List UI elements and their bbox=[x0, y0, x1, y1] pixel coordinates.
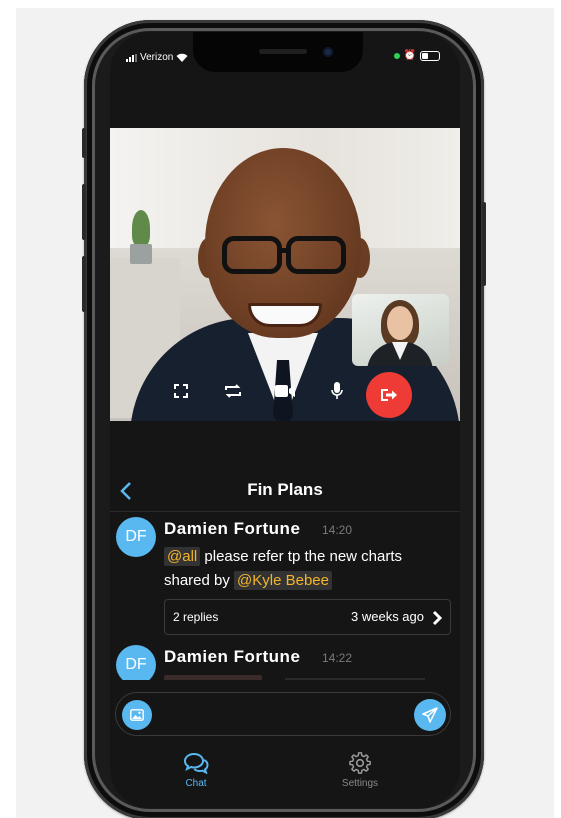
wifi-icon bbox=[176, 53, 188, 62]
chat-bubbles-icon bbox=[183, 752, 209, 774]
camera-in-use-indicator bbox=[393, 53, 400, 59]
plant bbox=[132, 210, 150, 246]
leave-call-button[interactable] bbox=[366, 372, 412, 418]
message-list[interactable]: DF Damien Fortune 14:20 @all please refe… bbox=[110, 513, 460, 680]
message-input[interactable] bbox=[160, 703, 404, 725]
power-button bbox=[482, 202, 486, 286]
switch-camera-icon[interactable] bbox=[220, 380, 246, 402]
battery-icon bbox=[420, 51, 440, 61]
thread-replies-button[interactable]: 2 replies 3 weeks ago bbox=[164, 599, 451, 635]
message-item: DF Damien Fortune 14:22 bbox=[110, 641, 460, 680]
replies-last-time: 3 weeks ago bbox=[351, 609, 424, 624]
video-camera-icon[interactable] bbox=[272, 380, 298, 402]
attach-image-button[interactable] bbox=[122, 700, 152, 730]
gear-icon bbox=[349, 752, 371, 774]
plant-pot bbox=[130, 244, 152, 264]
status-bar-right: ⏰ bbox=[393, 50, 440, 61]
self-view-face bbox=[387, 306, 413, 340]
chat-header: Fin Plans bbox=[110, 472, 460, 512]
chat-title: Fin Plans bbox=[247, 480, 323, 499]
avatar[interactable]: DF bbox=[116, 645, 156, 680]
volume-down-button bbox=[82, 256, 86, 312]
message-author[interactable]: Damien Fortune bbox=[164, 647, 300, 667]
message-text: @all please refer tp the new charts shar… bbox=[164, 545, 444, 593]
cut-off-message-text bbox=[285, 678, 425, 680]
image-icon bbox=[130, 709, 144, 721]
phone-screen: Verizon ⏰ Fin Plans DF Damien Fortune 14… bbox=[110, 32, 460, 808]
alarm-icon: ⏰ bbox=[403, 50, 416, 61]
send-button[interactable] bbox=[414, 699, 446, 731]
glasses-left-lens bbox=[222, 236, 282, 274]
tab-settings[interactable]: Settings bbox=[315, 752, 405, 796]
microphone-icon[interactable] bbox=[326, 380, 348, 402]
mention-all[interactable]: @all bbox=[164, 547, 201, 566]
tab-label: Chat bbox=[185, 778, 207, 789]
silent-switch bbox=[82, 128, 86, 158]
signal-icon bbox=[126, 53, 137, 62]
volume-up-button bbox=[82, 184, 86, 240]
chevron-right-icon bbox=[432, 610, 443, 626]
tab-chat[interactable]: Chat bbox=[151, 752, 241, 796]
notch bbox=[193, 32, 363, 72]
message-author[interactable]: Damien Fortune bbox=[164, 519, 300, 539]
status-bar-left: Verizon bbox=[126, 52, 188, 63]
fullscreen-icon[interactable] bbox=[170, 380, 192, 402]
mention-user[interactable]: @Kyle Bebee bbox=[234, 571, 332, 590]
message-timestamp: 14:22 bbox=[322, 651, 353, 665]
front-camera bbox=[323, 47, 333, 57]
glasses-bridge bbox=[277, 248, 291, 253]
tab-bar: Chat Settings bbox=[110, 748, 460, 808]
leave-call-icon bbox=[381, 389, 397, 401]
caller-smile bbox=[248, 303, 322, 327]
glasses-right-lens bbox=[286, 236, 346, 274]
cut-off-mention bbox=[164, 675, 262, 680]
message-item: DF Damien Fortune 14:20 @all please refe… bbox=[110, 513, 460, 643]
carrier-label: Verizon bbox=[140, 52, 174, 63]
message-composer bbox=[115, 692, 451, 736]
self-view-thumbnail[interactable] bbox=[352, 294, 449, 366]
tab-label: Settings bbox=[341, 778, 379, 789]
speaker-grille bbox=[259, 49, 307, 54]
avatar[interactable]: DF bbox=[116, 517, 156, 557]
video-call-feed bbox=[110, 128, 460, 421]
message-timestamp: 14:20 bbox=[322, 523, 353, 537]
send-icon bbox=[422, 707, 438, 723]
replies-count: 2 replies bbox=[173, 610, 219, 624]
